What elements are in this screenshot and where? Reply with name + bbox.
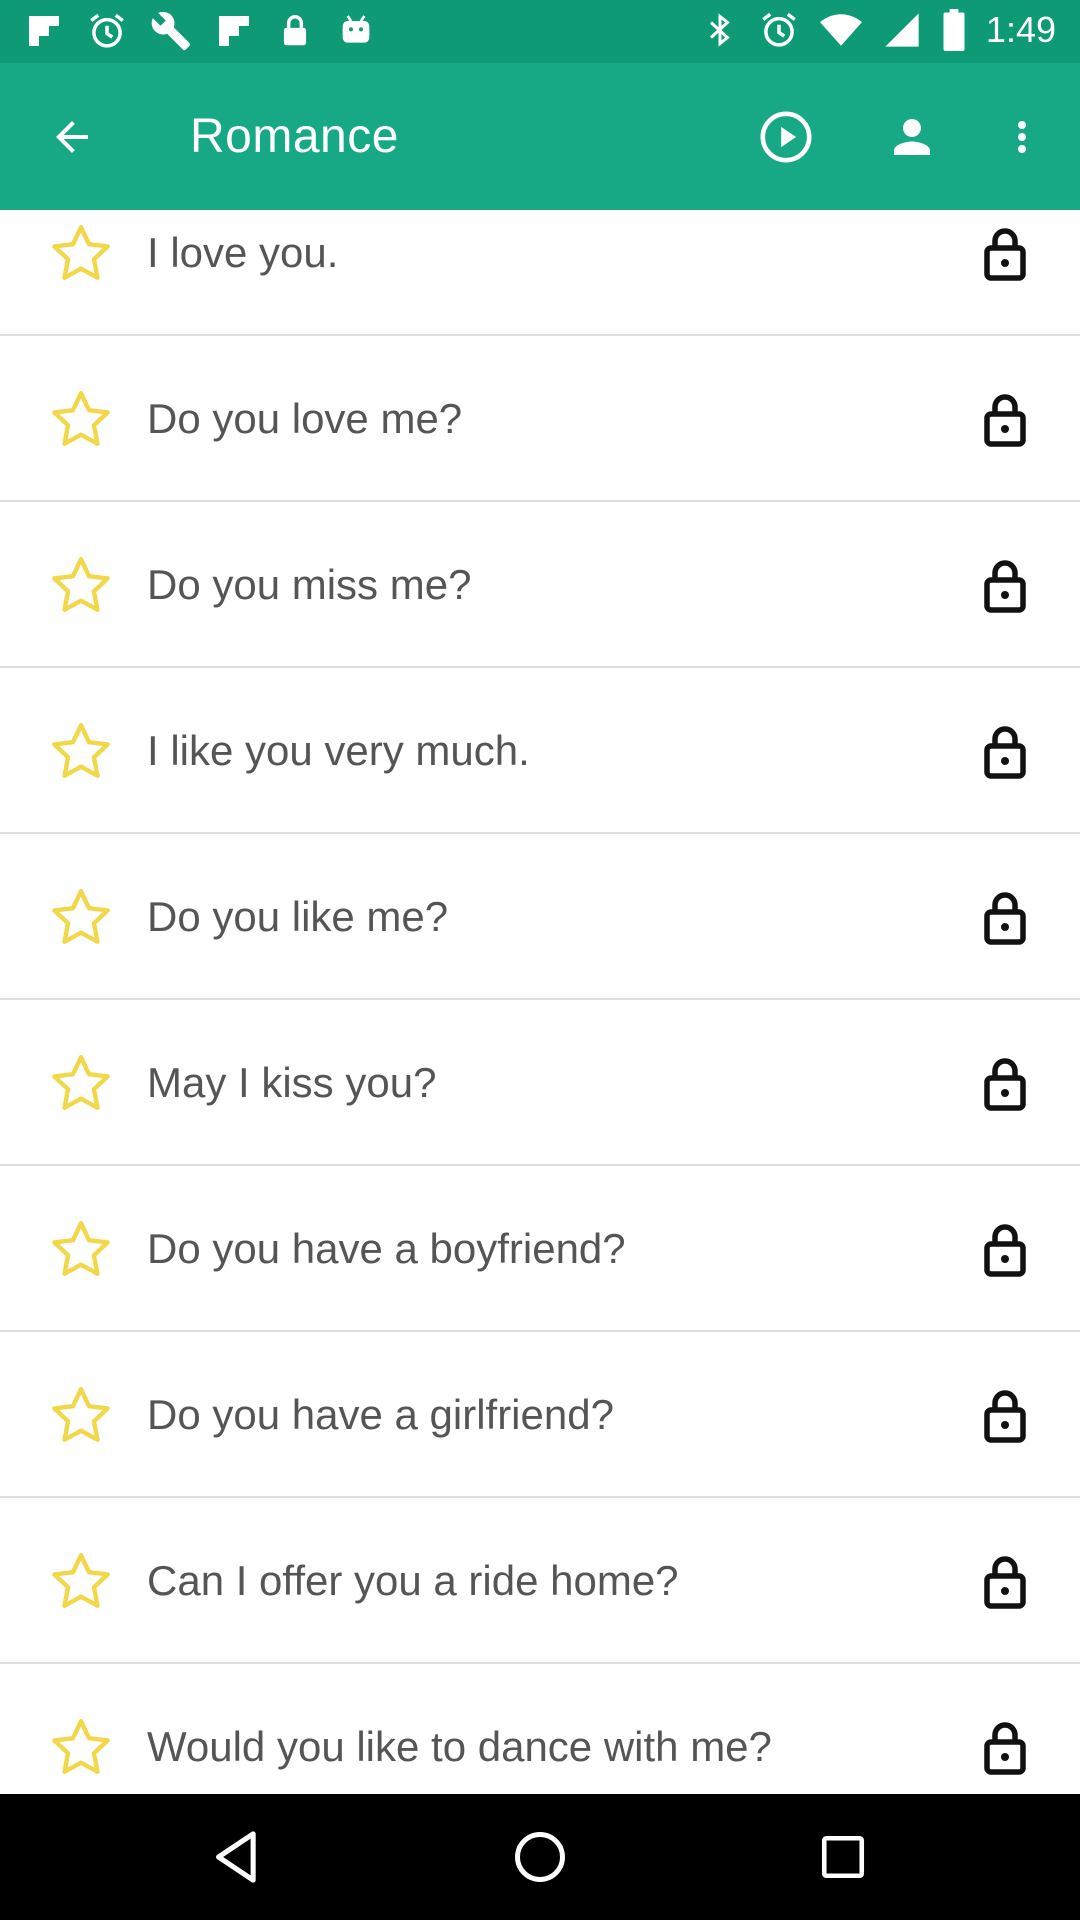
lock-icon[interactable] (975, 887, 1035, 947)
account-icon (894, 119, 930, 155)
alarm-icon (758, 9, 800, 51)
flipboard-icon (214, 11, 254, 51)
star-icon[interactable] (48, 1382, 114, 1448)
more-options-button[interactable] (988, 103, 1056, 171)
more-vert-icon (1018, 121, 1026, 153)
star-icon[interactable] (48, 1548, 114, 1614)
app-bar: Romance (0, 63, 1080, 210)
account-button[interactable] (878, 103, 946, 171)
lock-icon[interactable] (975, 721, 1035, 781)
phrase-row[interactable]: I love you. (0, 210, 1080, 336)
nav-back-icon (216, 1831, 256, 1883)
star-icon[interactable] (48, 220, 114, 286)
phrase-label: Can I offer you a ride home? (147, 1557, 679, 1604)
status-left-icons (24, 10, 376, 52)
star-icon[interactable] (48, 884, 114, 950)
flipboard-icon (24, 11, 64, 51)
lock-icon (276, 11, 314, 51)
phrase-row[interactable]: Do you have a girlfriend? (0, 1332, 1080, 1498)
arrow-back-icon (56, 121, 88, 153)
star-icon[interactable] (48, 718, 114, 784)
phrase-label: Do you like me? (147, 893, 449, 940)
phrase-list[interactable]: I love you. Do you love me? Do you miss me… (0, 210, 1080, 1794)
wifi-icon (819, 9, 862, 51)
phrase-row[interactable]: Do you have a boyfriend? (0, 1166, 1080, 1332)
play-button[interactable] (752, 103, 820, 171)
lock-icon[interactable] (975, 555, 1035, 615)
nav-home-button[interactable] (507, 1824, 573, 1890)
status-right-icons: 1:49 (702, 8, 1056, 52)
status-time: 1:49 (985, 9, 1056, 50)
phrase-label: Do you love me? (147, 395, 463, 442)
star-icon[interactable] (48, 386, 114, 452)
phrase-label: I love you. (147, 229, 339, 276)
nav-recents-button[interactable] (810, 1824, 876, 1890)
star-icon[interactable] (48, 1216, 114, 1282)
lock-icon[interactable] (975, 1385, 1035, 1445)
lock-icon[interactable] (975, 1219, 1035, 1279)
back-button[interactable] (38, 103, 106, 171)
star-icon[interactable] (48, 1714, 114, 1780)
play-circle-icon (760, 111, 812, 163)
nav-back-button[interactable] (204, 1824, 270, 1890)
phrase-label: Do you miss me? (147, 561, 472, 608)
bluetooth-icon (702, 9, 738, 51)
phrase-label: Do you have a boyfriend? (147, 1225, 626, 1272)
phrase-label: I like you very much. (147, 727, 530, 774)
navigation-bar (0, 1794, 1080, 1920)
lock-icon[interactable] (975, 223, 1035, 283)
phrase-row[interactable]: I like you very much. (0, 668, 1080, 834)
alarm-icon (86, 10, 128, 52)
signal-icon (882, 10, 922, 50)
battery-icon (942, 9, 966, 51)
phrase-row[interactable]: Do you like me? (0, 834, 1080, 1000)
phrase-row[interactable]: May I kiss you? (0, 1000, 1080, 1166)
phrase-label: Would you like to dance with me? (147, 1723, 772, 1770)
nav-home-icon (515, 1832, 565, 1882)
page-title: Romance (190, 110, 399, 163)
lock-icon[interactable] (975, 1053, 1035, 1113)
phrase-label: Do you have a girlfriend? (147, 1391, 614, 1438)
phrase-label: May I kiss you? (147, 1059, 437, 1106)
star-icon[interactable] (48, 552, 114, 618)
nav-recents-icon (821, 1835, 865, 1879)
lock-icon[interactable] (975, 1551, 1035, 1611)
phrase-row[interactable]: Can I offer you a ride home? (0, 1498, 1080, 1664)
android-icon (336, 11, 376, 51)
screen: 1:49 Romance I love you. Do you love me? D… (0, 0, 1080, 1920)
phrase-row[interactable]: Would you like to dance with me? (0, 1664, 1080, 1794)
status-bar: 1:49 (0, 0, 1080, 63)
lock-icon[interactable] (975, 1717, 1035, 1777)
phrase-row[interactable]: Do you miss me? (0, 502, 1080, 668)
wrench-icon (150, 10, 192, 52)
lock-icon[interactable] (975, 389, 1035, 449)
star-icon[interactable] (48, 1050, 114, 1116)
phrase-row[interactable]: Do you love me? (0, 336, 1080, 502)
